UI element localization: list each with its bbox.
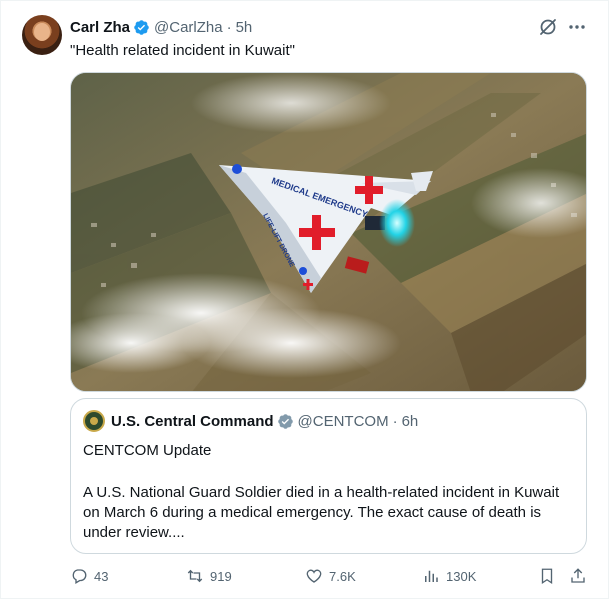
avatar[interactable]: [22, 15, 62, 55]
quoted-tweet-header: U.S. Central Command @CENTCOM · 6h: [83, 410, 419, 432]
reply-button[interactable]: 43: [70, 567, 108, 585]
separator-dot: ·: [392, 412, 398, 430]
repost-button[interactable]: 919: [186, 567, 232, 585]
share-icon: [571, 568, 585, 583]
bookmark-icon: [541, 568, 553, 585]
repost-icon: [187, 569, 203, 583]
timestamp[interactable]: 5h: [236, 19, 253, 36]
verified-badge-icon: [277, 413, 293, 429]
action-bar: 43 919 7.6K 130K: [70, 567, 587, 587]
quoted-author-name: U.S. Central Command: [111, 412, 274, 430]
like-count: 7.6K: [329, 568, 356, 584]
grok-icon[interactable]: [538, 17, 558, 37]
bookmark-button[interactable]: [538, 567, 562, 585]
reply-icon: [72, 569, 87, 584]
quoted-tweet-body: A U.S. National Guard Soldier died in a …: [83, 484, 560, 541]
views-button[interactable]: 130K: [422, 567, 476, 585]
tweet[interactable]: Carl Zha @CarlZha · 5h "Health related i…: [0, 0, 609, 599]
separator-dot: ·: [226, 18, 232, 36]
repost-count: 919: [210, 568, 232, 584]
author-handle[interactable]: @CarlZha: [154, 19, 223, 36]
quoted-avatar: [83, 410, 105, 432]
tweet-text: "Health related incident in Kuwait": [70, 42, 295, 59]
verified-badge-icon: [134, 19, 149, 35]
views-chart-icon: [425, 570, 438, 582]
quoted-author-handle: @CENTCOM: [297, 412, 389, 430]
more-options-icon[interactable]: [567, 17, 587, 37]
views-count: 130K: [446, 568, 477, 584]
tweet-image[interactable]: MEDICAL EMERGENCY LIFE-LIFT DRONE: [70, 72, 587, 392]
reply-count: 43: [94, 568, 109, 584]
share-button[interactable]: [569, 567, 593, 585]
quoted-tweet-line1: CENTCOM Update: [83, 442, 212, 459]
like-button[interactable]: 7.6K: [305, 567, 356, 585]
quoted-tweet[interactable]: U.S. Central Command @CENTCOM · 6h CENTC…: [70, 398, 587, 554]
tweet-header: Carl Zha @CarlZha · 5h: [70, 17, 608, 37]
drone-photo: MEDICAL EMERGENCY LIFE-LIFT DRONE: [71, 73, 586, 391]
heart-icon: [306, 569, 322, 583]
author-name[interactable]: Carl Zha: [70, 19, 130, 36]
quoted-timestamp: 6h: [401, 412, 419, 430]
